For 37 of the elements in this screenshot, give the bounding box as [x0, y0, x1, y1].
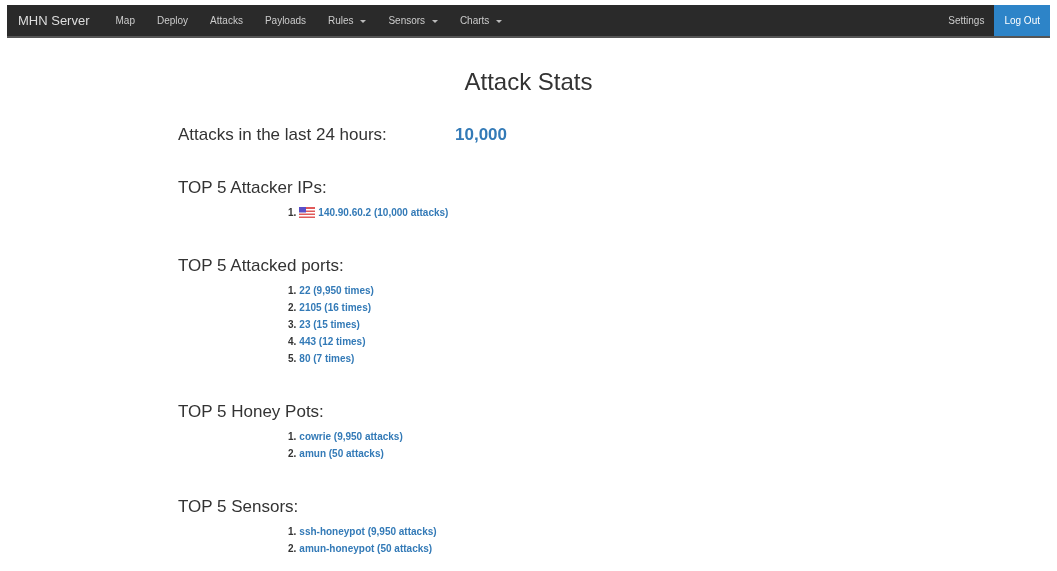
- stat-link[interactable]: ssh-honeypot (9,950 attacks): [299, 523, 437, 539]
- stat-link[interactable]: 22 (9,950 times): [299, 282, 374, 298]
- stat-link[interactable]: 80 (7 times): [299, 350, 355, 366]
- logout-button[interactable]: Log Out: [994, 5, 1050, 36]
- nav-dropdown[interactable]: Rules: [328, 13, 367, 28]
- nav-dropdown[interactable]: Sensors: [388, 13, 438, 28]
- list-number: 1.: [288, 205, 297, 220]
- stat-value: 10,000: [455, 124, 507, 146]
- stat-link[interactable]: 2105 (16 times): [299, 299, 372, 315]
- page-title: Attack Stats: [464, 67, 593, 97]
- stat-link[interactable]: cowrie (9,950 attacks): [299, 428, 403, 444]
- list-number: 4.: [288, 334, 297, 349]
- stat-link[interactable]: 443 (12 times): [299, 333, 366, 349]
- nav-dropdown[interactable]: Charts: [459, 13, 503, 28]
- brand-link[interactable]: MHN Server: [18, 10, 90, 31]
- list-number: 1.: [288, 524, 297, 539]
- list-number: 1.: [288, 283, 297, 298]
- stat-link[interactable]: amun-honeypot (50 attacks): [299, 540, 433, 556]
- stat-link[interactable]: 140.90.60.2 (10,000 attacks): [318, 204, 449, 220]
- stat-link[interactable]: amun (50 attacks): [299, 445, 384, 461]
- list-number: 3.: [288, 317, 297, 332]
- list-number: 5.: [288, 351, 297, 366]
- settings-link[interactable]: Settings: [938, 5, 995, 36]
- stat-label: Attacks in the last 24 hours:: [178, 124, 388, 146]
- nav-link[interactable]: Map: [115, 13, 135, 28]
- nav-link[interactable]: Deploy: [156, 13, 189, 28]
- section-heading: TOP 5 Attacker IPs:: [178, 177, 328, 198]
- list-number: 1.: [288, 429, 297, 444]
- section-heading: TOP 5 Sensors:: [178, 496, 300, 517]
- section-heading: TOP 5 Attacked ports:: [178, 255, 345, 276]
- list-number: 2.: [288, 446, 297, 461]
- nav-link[interactable]: Payloads: [264, 13, 307, 28]
- list-number: 2.: [288, 541, 297, 556]
- list-number: 2.: [288, 300, 297, 315]
- nav-link[interactable]: Attacks: [210, 13, 243, 28]
- stat-link[interactable]: 23 (15 times): [299, 316, 360, 332]
- section-heading: TOP 5 Honey Pots:: [178, 401, 325, 422]
